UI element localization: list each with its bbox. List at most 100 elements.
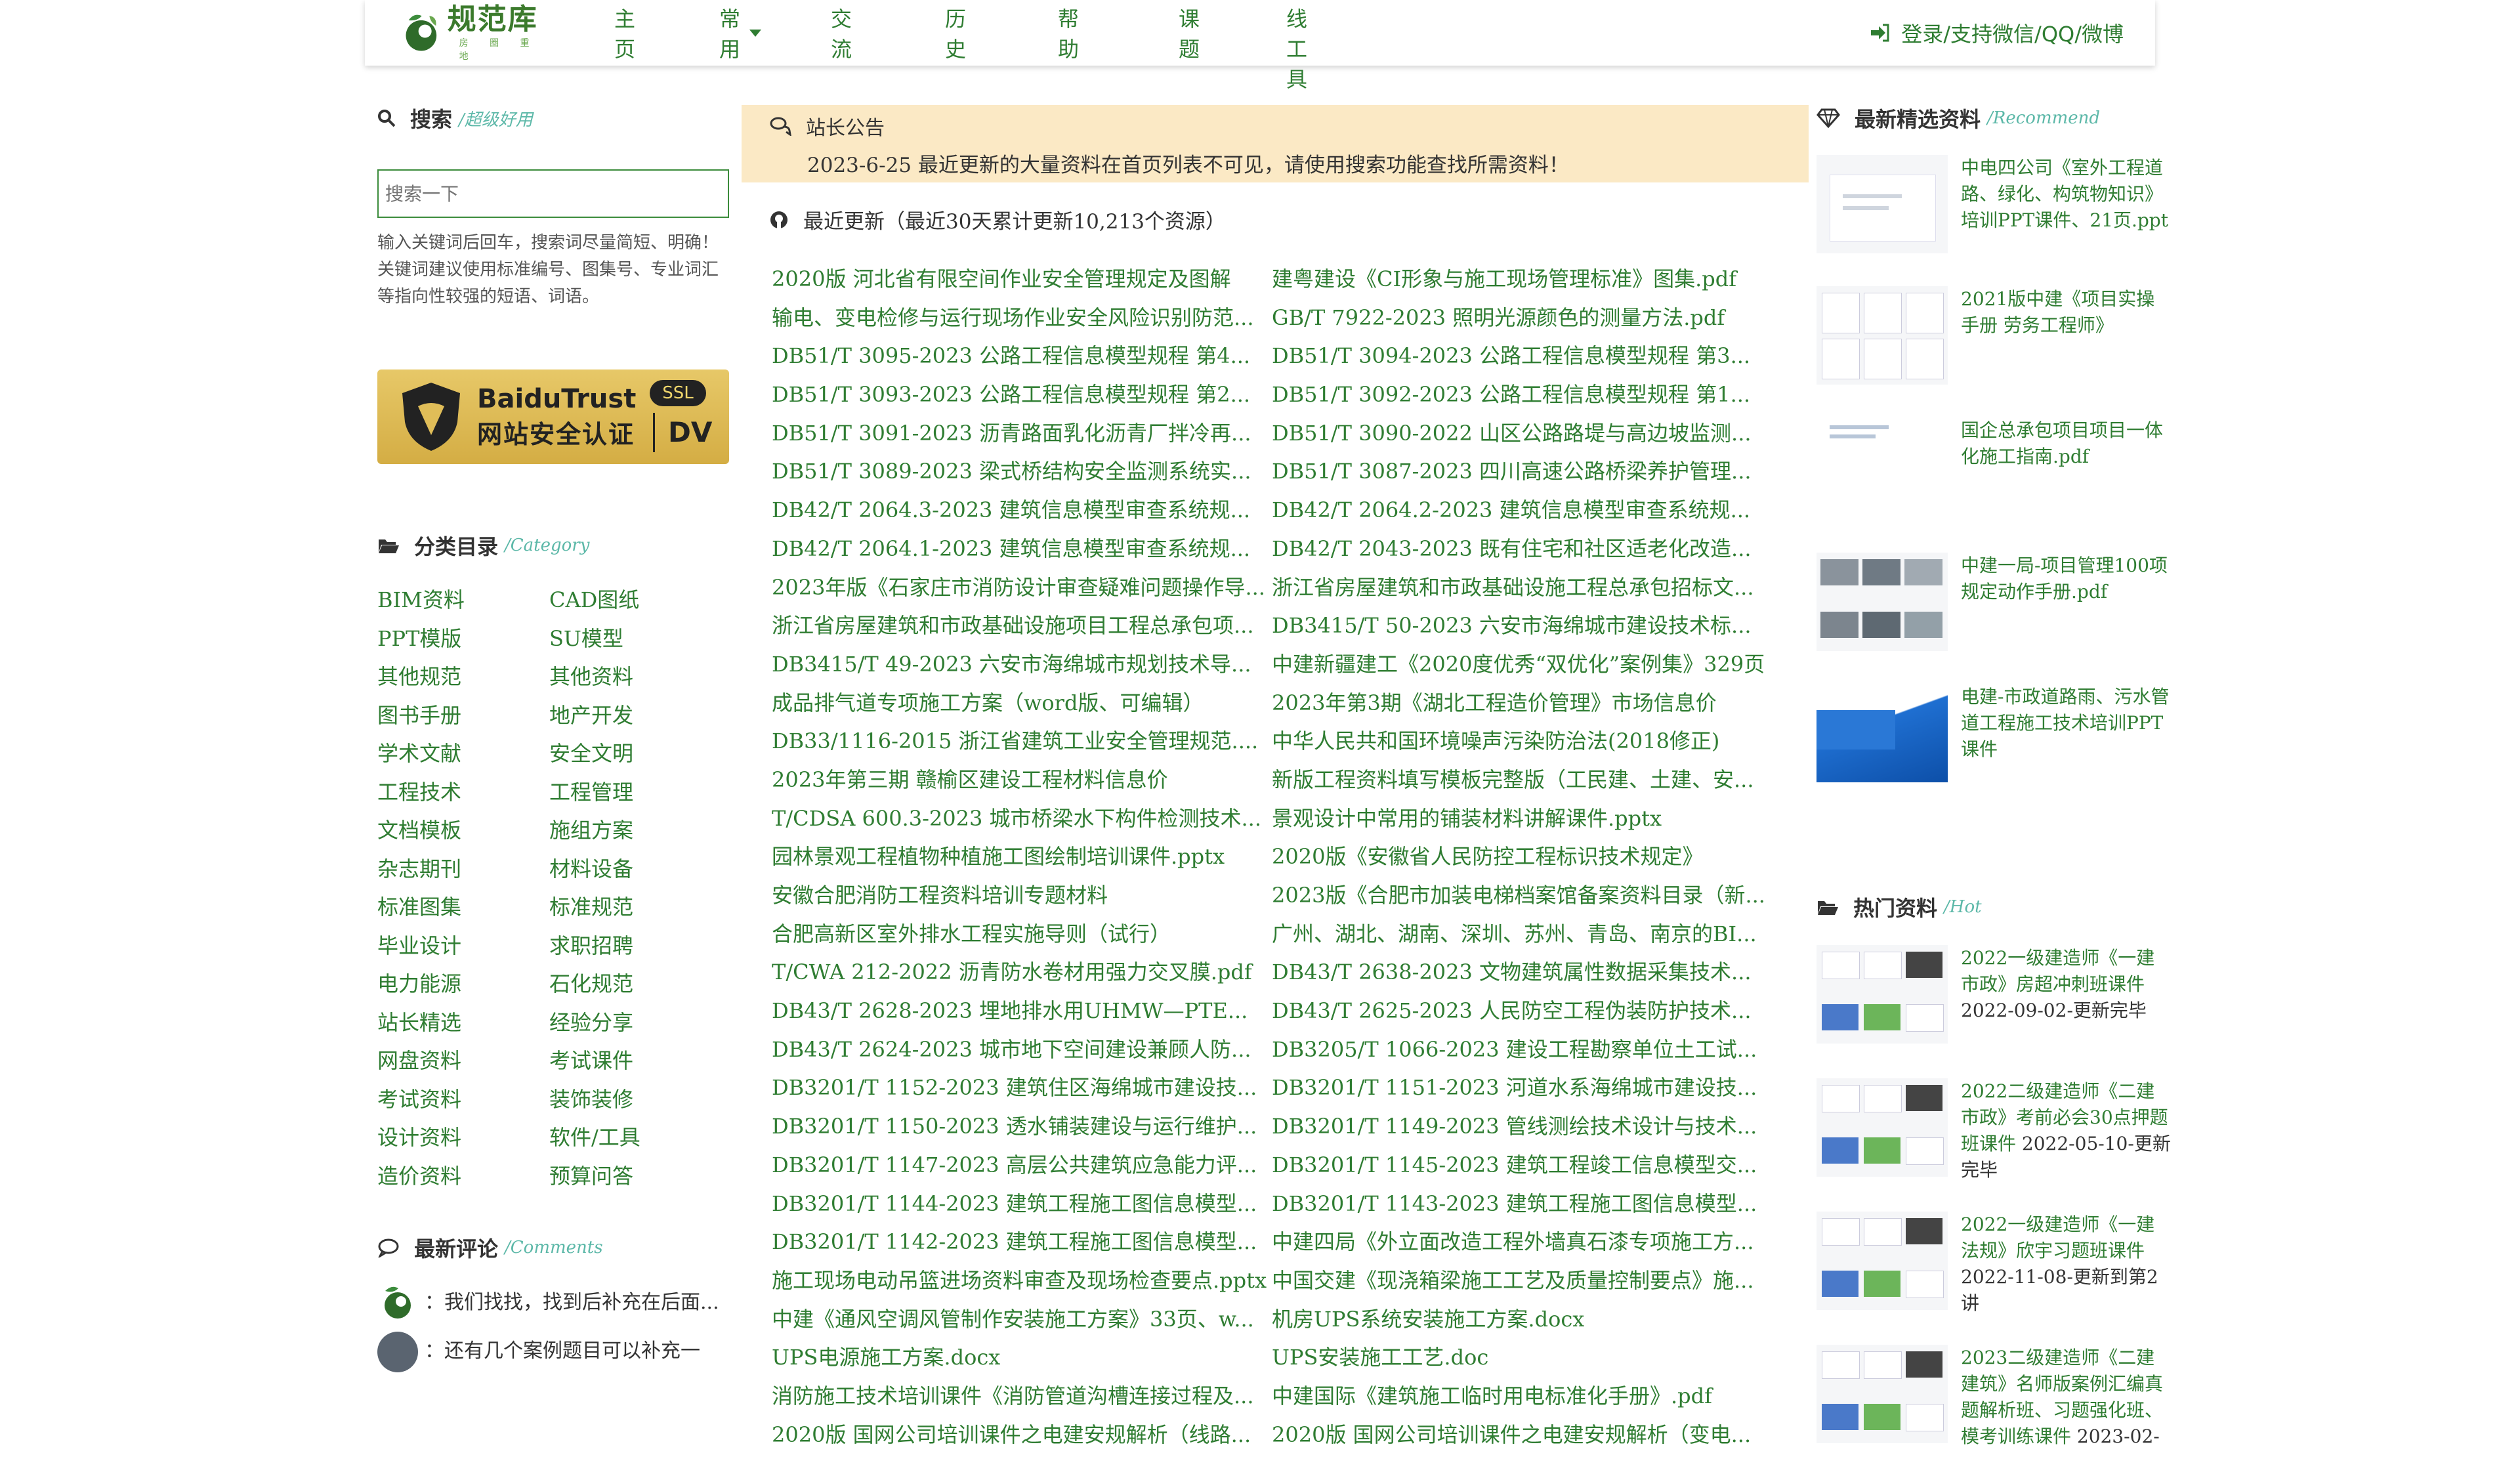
recommend-item[interactable]: 中电四公司《室外工程道路、绿化、构筑物知识》培训PPT课件、21页.ppt	[1816, 155, 2171, 266]
recommend-link[interactable]: 中建一局-项目管理100项规定动作手册.pdf	[1961, 553, 2171, 664]
file-link[interactable]: DB51/T 3093-2023 公路工程信息模型规程 第2...	[772, 375, 1272, 414]
file-link[interactable]: DB3201/T 1151-2023 河道水系海绵城市建设技...	[1272, 1068, 1782, 1107]
file-link[interactable]: DB3205/T 1066-2023 建设工程勘察单位土工试...	[1272, 1030, 1782, 1069]
file-link[interactable]: UPS电源施工方案.docx	[772, 1338, 1272, 1377]
category-item[interactable]: 工程管理	[549, 773, 721, 812]
category-item[interactable]: 毕业设计	[377, 927, 549, 965]
hot-link[interactable]: 2022一级建造师《一建法规》欣宇习题班课件	[1961, 1214, 2154, 1261]
file-link[interactable]: DB42/T 2043-2023 既有住宅和社区适老化改造...	[1272, 530, 1782, 568]
nav-topics[interactable]: 课题	[1179, 3, 1200, 63]
category-item[interactable]: 经验分享	[549, 1003, 721, 1042]
login-link[interactable]: 登录/支持微信/QQ/微博	[1870, 0, 2124, 66]
category-item[interactable]: 石化规范	[549, 965, 721, 1003]
file-link[interactable]: T/CWA 212-2022 沥青防水卷材用强力交叉膜.pdf	[772, 953, 1272, 992]
file-link[interactable]: 2020版 河北省有限空间作业安全管理规定及图解	[772, 260, 1272, 299]
category-item[interactable]: 考试课件	[549, 1042, 721, 1080]
recommend-link[interactable]: 电建-市政道路雨、污水管道工程施工技术培训PPT课件	[1961, 684, 2171, 795]
category-item[interactable]: 考试资料	[377, 1080, 549, 1119]
category-item[interactable]: 材料设备	[549, 850, 721, 889]
file-link[interactable]: 中建国际《建筑施工临时用电标准化手册》.pdf	[1272, 1377, 1782, 1416]
file-link[interactable]: 消防施工技术培训课件《消防管道沟槽连接过程及...	[772, 1377, 1272, 1416]
nav-forum[interactable]: 交流	[831, 3, 852, 63]
file-link[interactable]: 2020版 国网公司培训课件之电建安规解析（变电...	[1272, 1416, 1782, 1454]
file-link[interactable]: DB51/T 3089-2023 梁式桥结构安全监测系统实...	[772, 452, 1272, 491]
file-link[interactable]: T/CDSA 600.3-2023 城市桥梁水下构件检测技术...	[772, 799, 1272, 838]
file-link[interactable]: DB3415/T 49-2023 六安市海绵城市规划技术导...	[772, 645, 1272, 684]
hot-item[interactable]: 2023二级建造师《二建建筑》名师版案例汇编真题解析班、习题强化班、模考训练课件…	[1816, 1345, 2171, 1478]
category-item[interactable]: CAD图纸	[549, 581, 721, 620]
category-item[interactable]: 安全文明	[549, 734, 721, 773]
category-item[interactable]: 预算问答	[549, 1157, 721, 1196]
file-link[interactable]: 中建新疆建工《2020度优秀“双优化”案例集》329页	[1272, 645, 1782, 684]
nav-help[interactable]: 帮助	[1058, 3, 1079, 63]
nav-common[interactable]: 常用	[719, 3, 762, 63]
category-item[interactable]: 杂志期刊	[377, 850, 549, 889]
recommend-item[interactable]: 国企总承包项目项目一体化施工指南.pdf	[1816, 417, 2171, 529]
recommend-item[interactable]: 中建一局-项目管理100项规定动作手册.pdf	[1816, 553, 2171, 664]
category-item[interactable]: BIM资料	[377, 581, 549, 620]
file-link[interactable]: 中建四局《外立面改造工程外墙真石漆专项施工方...	[1272, 1223, 1782, 1261]
file-link[interactable]: DB51/T 3087-2023 四川高速公路桥梁养护管理...	[1272, 452, 1782, 491]
file-link[interactable]: DB43/T 2624-2023 城市地下空间建设兼顾人防...	[772, 1030, 1272, 1069]
recommend-link[interactable]: 2021版中建《项目实操手册 劳务工程师》	[1961, 286, 2171, 398]
baidu-trust-badge[interactable]: BaiduTrust 网站安全认证 SSL DV	[377, 370, 729, 464]
file-link[interactable]: DB3201/T 1150-2023 透水铺装建设与运行维护...	[772, 1107, 1272, 1146]
file-link[interactable]: 中建《通风空调风管制作安装施工方案》33页、w...	[772, 1300, 1272, 1339]
nav-home[interactable]: 主页	[614, 3, 635, 63]
file-link[interactable]: 广州、湖北、湖南、深圳、苏州、青岛、南京的BI...	[1272, 915, 1782, 954]
file-link[interactable]: 合肥高新区室外排水工程实施导则（试行）	[772, 915, 1272, 954]
file-link[interactable]: 成品排气道专项施工方案（word版、可编辑）	[772, 684, 1272, 723]
file-link[interactable]: DB43/T 2638-2023 文物建筑属性数据采集技术...	[1272, 953, 1782, 992]
file-link[interactable]: 2020版《安徽省人民防控工程标识技术规定》	[1272, 837, 1782, 876]
nav-online-tools[interactable]: 在线工具	[1286, 0, 1307, 93]
file-link[interactable]: 机房UPS系统安装施工方案.docx	[1272, 1300, 1782, 1339]
category-item[interactable]: 软件/工具	[549, 1118, 721, 1157]
file-link[interactable]: DB51/T 3095-2023 公路工程信息模型规程 第4...	[772, 337, 1272, 375]
file-link[interactable]: DB3201/T 1147-2023 高层公共建筑应急能力评...	[772, 1146, 1272, 1185]
file-link[interactable]: DB3201/T 1143-2023 建筑工程施工图信息模型...	[1272, 1185, 1782, 1223]
file-link[interactable]: GB/T 7922-2023 照明光源颜色的测量方法.pdf	[1272, 299, 1782, 337]
file-link[interactable]: DB51/T 3094-2023 公路工程信息模型规程 第3...	[1272, 337, 1782, 375]
category-item[interactable]: 文档模板	[377, 811, 549, 850]
category-item[interactable]: 学术文献	[377, 734, 549, 773]
category-item[interactable]: 其他资料	[549, 658, 721, 696]
hot-item[interactable]: 2022二级建造师《二建市政》考前必会30点押题班课件 2022-05-10-更…	[1816, 1078, 2171, 1212]
file-link[interactable]: 中国交建《现浇箱梁施工工艺及质量控制要点》施...	[1272, 1261, 1782, 1300]
search-input[interactable]	[377, 169, 729, 218]
recommend-link[interactable]: 中电四公司《室外工程道路、绿化、构筑物知识》培训PPT课件、21页.ppt	[1961, 155, 2171, 266]
file-link[interactable]: UPS安装施工工艺.doc	[1272, 1338, 1782, 1377]
category-item[interactable]: PPT模版	[377, 620, 549, 658]
file-link[interactable]: DB33/1116-2015 浙江省建筑工业安全管理规范....	[772, 722, 1272, 761]
category-item[interactable]: 标准图集	[377, 888, 549, 927]
file-link[interactable]: DB42/T 2064.1-2023 建筑信息模型审查系统规...	[772, 530, 1272, 568]
file-link[interactable]: 安徽合肥消防工程资料培训专题材料	[772, 876, 1272, 915]
comment-item[interactable]: ：我们找找，找到后补充在后面...	[377, 1283, 732, 1324]
file-link[interactable]: 2023年版《石家庄市消防设计审查疑难问题操作导...	[772, 568, 1272, 607]
file-link[interactable]: DB3201/T 1149-2023 管线测绘技术设计与技术...	[1272, 1107, 1782, 1146]
category-item[interactable]: 造价资料	[377, 1157, 549, 1196]
category-item[interactable]: 网盘资料	[377, 1042, 549, 1080]
file-link[interactable]: 中华人民共和国环境噪声污染防治法(2018修正)	[1272, 722, 1782, 761]
category-item[interactable]: 图书手册	[377, 696, 549, 735]
category-item[interactable]: 求职招聘	[549, 927, 721, 965]
category-item[interactable]: 施组方案	[549, 811, 721, 850]
file-link[interactable]: 2023年第3期《湖北工程造价管理》市场信息价	[1272, 684, 1782, 723]
recommend-link[interactable]: 国企总承包项目项目一体化施工指南.pdf	[1961, 417, 2171, 529]
hot-item[interactable]: 2022一级建造师《一建市政》房超冲刺班课件 2022-09-02-更新完毕	[1816, 945, 2171, 1078]
file-link[interactable]: 建粤建设《CI形象与施工现场管理标准》图集.pdf	[1272, 260, 1782, 299]
recommend-item[interactable]: 电建-市政道路雨、污水管道工程施工技术培训PPT课件	[1816, 684, 2171, 795]
file-link[interactable]: 输电、变电检修与运行现场作业安全风险识别防范...	[772, 299, 1272, 337]
file-link[interactable]: 园林景观工程植物种植施工图绘制培训课件.pptx	[772, 837, 1272, 876]
file-link[interactable]: 施工现场电动吊篮进场资料审查及现场检查要点.pptx	[772, 1261, 1272, 1300]
hot-link[interactable]: 2022一级建造师《一建市政》房超冲刺班课件	[1961, 947, 2154, 995]
category-item[interactable]: SU模型	[549, 620, 721, 658]
file-link[interactable]: 浙江省房屋建筑和市政基础设施项目工程总承包项...	[772, 606, 1272, 645]
file-link[interactable]: DB42/T 2064.3-2023 建筑信息模型审查系统规...	[772, 491, 1272, 530]
file-link[interactable]: DB3201/T 1142-2023 建筑工程施工图信息模型...	[772, 1223, 1272, 1261]
site-logo[interactable]: 规范库 房 圈 重 地	[398, 3, 549, 62]
file-link[interactable]: 2023年第三期 赣榆区建设工程材料信息价	[772, 761, 1272, 799]
file-link[interactable]: DB3201/T 1145-2023 建筑工程竣工信息模型交...	[1272, 1146, 1782, 1185]
file-link[interactable]: DB3201/T 1152-2023 建筑住区海绵城市建设技...	[772, 1068, 1272, 1107]
hot-item[interactable]: 2022一级建造师《一建法规》欣宇习题班课件 2022-11-08-更新到第2讲	[1816, 1212, 2171, 1345]
file-link[interactable]: 浙江省房屋建筑和市政基础设施工程总承包招标文...	[1272, 568, 1782, 607]
